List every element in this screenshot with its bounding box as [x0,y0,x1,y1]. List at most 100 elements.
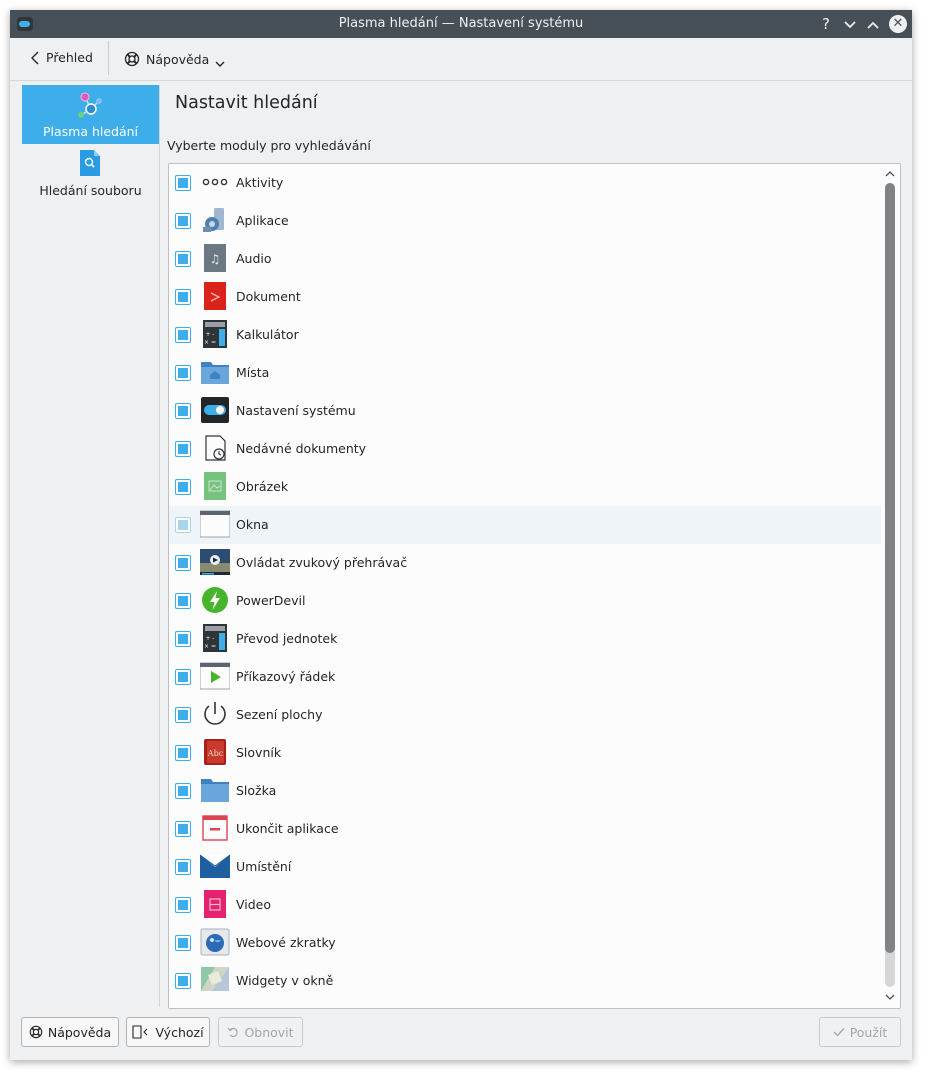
list-item[interactable]: Nedávné dokumenty [169,430,881,468]
plugin-checkbox[interactable] [175,669,191,685]
defaults-button[interactable]: Výchozí [126,1017,210,1047]
plugin-checkbox[interactable] [175,479,191,495]
list-item[interactable]: Příkazový řádek [169,658,881,696]
home-folder-icon [201,362,229,384]
plugin-checkbox[interactable] [175,175,191,191]
activities-icon [202,178,228,186]
audio-file-icon: ♫ [204,244,226,272]
list-item[interactable]: Webové zkratky [169,924,881,962]
list-item[interactable]: Umístění [169,848,881,886]
lifebuoy-icon [124,51,140,67]
sidebar-item-label: Plasma hledání [42,124,139,139]
toolbar-separator [108,41,109,75]
plugin-checkbox[interactable] [175,251,191,267]
list-item[interactable]: + - × = Převod jednotek [169,620,881,658]
list-item[interactable]: Video [169,886,881,924]
list-item[interactable]: + - × = Kalkulátor [169,316,881,354]
plugin-checkbox[interactable] [175,441,191,457]
dictionary-icon: Abc [204,739,226,765]
web-shortcuts-icon [200,928,230,956]
system-settings-icon [201,397,229,423]
plugin-checkbox[interactable] [175,707,191,723]
plugin-checkbox[interactable] [175,897,191,913]
document-revert-icon [132,1025,148,1039]
plugin-checkbox[interactable] [175,783,191,799]
sidebar-item-file-search[interactable]: Hledání souboru [22,147,159,206]
apply-button-label: Použít [849,1024,888,1040]
help-question-icon[interactable]: ? [816,14,836,34]
plugin-label: Aktivity [236,175,284,190]
back-button-label: Přehled [46,50,93,65]
calculator-icon: + - × = [203,320,227,348]
maximize-icon[interactable] [863,14,883,34]
list-item[interactable]: Widgety v okně [169,962,881,1000]
plugin-checkbox[interactable] [175,213,191,229]
image-file-icon [204,472,226,500]
toolbar: Přehled Nápověda [10,38,912,81]
defaults-button-label: Výchozí [155,1024,204,1040]
plugin-checkbox[interactable] [175,403,191,419]
list-item[interactable]: Složka [169,772,881,810]
list-item[interactable]: Dokument [169,278,881,316]
minimize-icon[interactable] [840,14,860,34]
plugin-checkbox[interactable] [175,935,191,951]
window-icon [200,510,230,538]
plugin-checkbox[interactable] [175,973,191,989]
help-menu-button[interactable]: Nápověda [124,50,225,68]
plugin-label: Ovládat zvukový přehrávač [236,555,408,570]
list-item[interactable]: Okna [169,506,881,544]
plugin-label: Sezení plochy [236,707,323,722]
list-item[interactable]: Sezení plochy [169,696,881,734]
back-button[interactable]: Přehled [30,50,93,65]
plugin-label: Kalkulátor [236,327,299,342]
list-item[interactable]: Aplikace [169,202,881,240]
title-bar[interactable]: Plasma hledání — Nastavení systému ? ✕ [10,10,912,38]
plugin-checkbox[interactable] [175,555,191,571]
list-item[interactable]: Ovládat zvukový přehrávač [169,544,881,582]
media-player-icon [200,549,230,575]
svg-text:× =: × = [204,643,216,650]
list-item[interactable]: Obrázek [169,468,881,506]
list-item[interactable]: PowerDevil [169,582,881,620]
plugin-label: Místa [236,365,270,380]
list-item[interactable]: Aktivity [169,164,881,202]
apply-button[interactable]: Použít [819,1017,901,1047]
plugin-checkbox[interactable] [175,327,191,343]
scrollbar-thumb[interactable] [885,183,895,953]
pdf-document-icon [204,282,226,310]
list-item[interactable]: Abc Slovník [169,734,881,772]
lifebuoy-icon [29,1025,43,1039]
plugin-checkbox[interactable] [175,517,191,533]
window-title: Plasma hledání — Nastavení systému [338,16,584,31]
chevron-left-icon [31,51,39,64]
plugin-checkbox[interactable] [175,631,191,647]
plugin-checkbox[interactable] [175,289,191,305]
plugin-checkbox[interactable] [175,365,191,381]
plugin-checkbox[interactable] [175,821,191,837]
power-icon [202,587,228,613]
scroll-up-arrow[interactable] [883,166,897,180]
list-item[interactable]: Místa [169,354,881,392]
scroll-down-arrow[interactable] [883,990,897,1004]
plugin-checkbox[interactable] [175,745,191,761]
plugin-checkbox[interactable] [175,859,191,875]
help-menu-label: Nápověda [146,51,210,67]
svg-text:Abc: Abc [207,749,224,758]
command-line-icon [200,662,230,690]
plugin-label: Převod jednotek [236,631,338,646]
video-file-icon [204,890,226,918]
close-icon[interactable]: ✕ [889,15,907,33]
list-item[interactable]: Ukončit aplikace [169,810,881,848]
plugin-checkbox[interactable] [175,593,191,609]
plugin-label: Příkazový řádek [236,669,336,684]
list-item[interactable]: Nastavení systému [169,392,881,430]
reset-button[interactable]: Obnovit [218,1017,303,1047]
plugin-label: Ukončit aplikace [236,821,339,836]
sidebar-item-plasma-search[interactable]: Plasma hledání [22,85,159,144]
plugin-label: Složka [236,783,277,798]
location-icon [200,854,230,878]
list-item[interactable]: ♫ Audio [169,240,881,278]
plasma-search-icon [78,92,102,118]
plugin-list[interactable]: Aktivity Aplikace ♫ Audio Dokument + - ×… [168,163,901,1009]
help-button[interactable]: Nápověda [21,1017,119,1047]
